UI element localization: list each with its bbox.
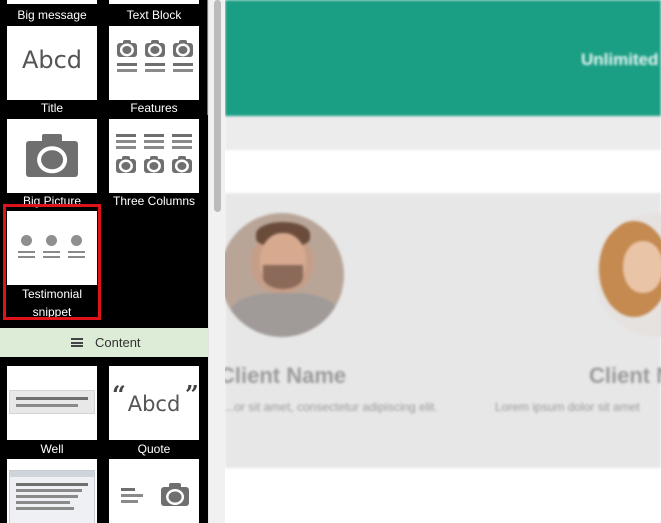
text-line bbox=[173, 69, 193, 72]
snippet-testimonial[interactable]: Testimonial snippet bbox=[7, 211, 97, 319]
text-line bbox=[43, 251, 60, 253]
snippet-thumbnail bbox=[109, 119, 199, 193]
abcd-sample-text: Abcd bbox=[21, 46, 83, 74]
text-line bbox=[16, 495, 78, 498]
snippet-label: Big Picture bbox=[22, 194, 82, 208]
snippet-big-picture[interactable]: Big Picture bbox=[7, 119, 97, 208]
face bbox=[623, 241, 661, 293]
snippet-label: Quote bbox=[137, 442, 171, 456]
text-line bbox=[116, 146, 136, 149]
camera-icon bbox=[172, 156, 192, 173]
text-line bbox=[121, 494, 143, 497]
text-line bbox=[18, 256, 35, 258]
text-line bbox=[43, 256, 60, 258]
snippet-thumbnail bbox=[109, 459, 199, 523]
text-line bbox=[16, 483, 88, 486]
snippet-text-image[interactable] bbox=[109, 459, 199, 523]
snippet-well[interactable]: Well bbox=[7, 366, 97, 456]
snippet-label: Well bbox=[40, 442, 64, 456]
text-line bbox=[121, 500, 138, 503]
camera-icon bbox=[173, 40, 193, 57]
testimonial-section: Client Name ...or sit amet, consectetur … bbox=[225, 193, 661, 468]
text-line bbox=[68, 251, 85, 253]
client-name: Client N bbox=[589, 363, 661, 388]
avatar-icon bbox=[21, 235, 32, 246]
camera-icon bbox=[161, 483, 189, 506]
camera-icon bbox=[144, 156, 164, 173]
well-box bbox=[9, 390, 95, 414]
snippet-label: Testimonial bbox=[21, 287, 83, 301]
list-icon bbox=[71, 338, 83, 347]
text-line bbox=[116, 134, 136, 137]
client-name: Client Name bbox=[225, 363, 347, 388]
snippet-thumbnail bbox=[7, 459, 97, 523]
camera-icon bbox=[116, 156, 136, 173]
client-photo bbox=[595, 213, 661, 337]
gray-strip bbox=[225, 116, 661, 150]
text-line bbox=[16, 489, 82, 492]
text-line bbox=[18, 251, 35, 253]
snippet-label: Text Block bbox=[126, 8, 182, 22]
scrollbar-thumb[interactable] bbox=[214, 0, 221, 212]
shirt bbox=[230, 293, 338, 337]
snippet-thumbnail: “ Abcd ” bbox=[109, 366, 199, 440]
client-quote: Lorem ipsum dolor sit amet bbox=[495, 400, 640, 414]
snippet-features[interactable]: Features bbox=[109, 26, 199, 116]
snippet-big-message[interactable]: Big message bbox=[7, 0, 97, 22]
avatar-icon bbox=[46, 235, 57, 246]
text-line bbox=[144, 134, 164, 137]
page-preview[interactable]: Unlimited Client Name ...or sit amet, co… bbox=[225, 0, 661, 523]
panel-header bbox=[10, 471, 94, 477]
text-line bbox=[172, 134, 192, 137]
camera-icon bbox=[145, 40, 165, 57]
camera-icon bbox=[26, 133, 78, 177]
text-line bbox=[117, 69, 137, 72]
text-line bbox=[16, 397, 88, 400]
text-line bbox=[16, 404, 78, 407]
text-line bbox=[116, 140, 136, 143]
section-header-label: Content bbox=[95, 335, 141, 350]
camera-icon bbox=[117, 40, 137, 57]
text-line bbox=[16, 501, 70, 504]
text-line bbox=[144, 146, 164, 149]
client-photo bbox=[225, 213, 344, 337]
text-line bbox=[172, 146, 192, 149]
text-line bbox=[68, 256, 85, 258]
hero-text: Unlimited bbox=[581, 50, 659, 69]
snippet-label: Title bbox=[40, 101, 64, 115]
snippet-thumbnail bbox=[109, 0, 199, 4]
hero-banner: Unlimited bbox=[225, 0, 661, 116]
snippet-label: snippet bbox=[32, 305, 72, 319]
snippet-thumbnail: Abcd bbox=[7, 26, 97, 100]
text-line bbox=[117, 63, 137, 66]
snippet-text-block[interactable]: Text Block bbox=[109, 0, 199, 22]
snippet-thumbnail bbox=[7, 211, 97, 285]
text-line bbox=[172, 140, 192, 143]
snippet-sidebar: Big message Text Block Abcd Title Featur… bbox=[0, 0, 208, 523]
sidebar-scrollbar[interactable] bbox=[208, 0, 225, 523]
snippet-thumbnail bbox=[7, 0, 97, 4]
snippet-three-columns[interactable]: Three Columns bbox=[109, 119, 199, 208]
snippet-thumbnail bbox=[7, 366, 97, 440]
section-header-content[interactable]: Content bbox=[0, 328, 208, 357]
snippet-label: Three Columns bbox=[112, 194, 196, 208]
beard bbox=[263, 265, 303, 289]
client-quote: ...or sit amet, consectetur adipiscing e… bbox=[225, 400, 438, 414]
snippet-title[interactable]: Abcd Title bbox=[7, 26, 97, 116]
snippet-thumbnail bbox=[7, 119, 97, 193]
blurred-page: Unlimited Client Name ...or sit amet, co… bbox=[225, 0, 661, 523]
snippet-text-panel[interactable] bbox=[7, 459, 97, 523]
text-line bbox=[144, 140, 164, 143]
snippet-thumbnail bbox=[109, 26, 199, 100]
avatar-icon bbox=[71, 235, 82, 246]
snippet-quote[interactable]: “ Abcd ” Quote bbox=[109, 366, 199, 456]
snippet-label: Features bbox=[130, 101, 178, 115]
text-line bbox=[16, 507, 74, 510]
text-line bbox=[145, 69, 165, 72]
text-line bbox=[121, 488, 135, 491]
text-line bbox=[173, 63, 193, 66]
text-line bbox=[145, 63, 165, 66]
close-quote-icon: ” bbox=[185, 380, 199, 409]
snippet-label: Big message bbox=[17, 8, 87, 22]
